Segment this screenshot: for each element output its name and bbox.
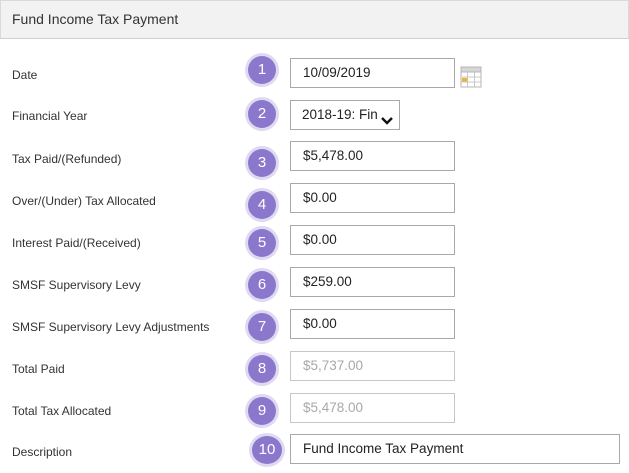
label-smsf-levy: SMSF Supervisory Levy — [12, 278, 141, 292]
label-smsf-levy-adjustments: SMSF Supervisory Levy Adjustments — [12, 320, 210, 334]
step-badge-4: 4 — [248, 191, 276, 219]
smsf-levy-input[interactable]: $259.00 — [290, 267, 455, 297]
step-badge-8: 8 — [248, 355, 276, 383]
panel-header: Fund Income Tax Payment — [0, 0, 629, 39]
chevron-down-icon — [380, 109, 394, 129]
total-tax-allocated-field: $5,478.00 — [290, 393, 455, 423]
description-input[interactable]: Fund Income Tax Payment — [290, 434, 620, 464]
over-under-tax-input[interactable]: $0.00 — [290, 183, 455, 213]
label-total-paid: Total Paid — [12, 362, 65, 376]
financial-year-value: 2018-19: Financial Year 2019 — [302, 107, 378, 122]
step-badge-6: 6 — [248, 271, 276, 299]
smsf-levy-adjustments-input[interactable]: $0.00 — [290, 309, 455, 339]
label-total-tax-allocated: Total Tax Allocated — [12, 404, 112, 418]
step-badge-1: 1 — [248, 56, 276, 84]
interest-paid-input[interactable]: $0.00 — [290, 225, 455, 255]
step-badge-3: 3 — [248, 149, 276, 177]
step-badge-2: 2 — [248, 100, 276, 128]
label-description: Description — [12, 445, 73, 459]
financial-year-select[interactable]: 2018-19: Financial Year 2019 — [290, 100, 400, 130]
step-badge-9: 9 — [248, 397, 276, 425]
step-badge-10: 10 — [252, 436, 282, 464]
label-tax-paid: Tax Paid/(Refunded) — [12, 152, 122, 166]
total-paid-field: $5,737.00 — [290, 351, 455, 381]
step-badge-5: 5 — [248, 229, 276, 257]
date-input[interactable]: 10/09/2019 — [290, 58, 455, 88]
step-badge-7: 7 — [248, 313, 276, 341]
tax-paid-input[interactable]: $5,478.00 — [290, 141, 455, 171]
label-interest-paid: Interest Paid/(Received) — [12, 236, 141, 250]
panel-title: Fund Income Tax Payment — [12, 11, 179, 27]
label-financial-year: Financial Year — [12, 109, 88, 123]
label-over-under-tax: Over/(Under) Tax Allocated — [12, 194, 156, 208]
label-date: Date — [12, 68, 38, 82]
calendar-icon[interactable] — [460, 66, 482, 93]
